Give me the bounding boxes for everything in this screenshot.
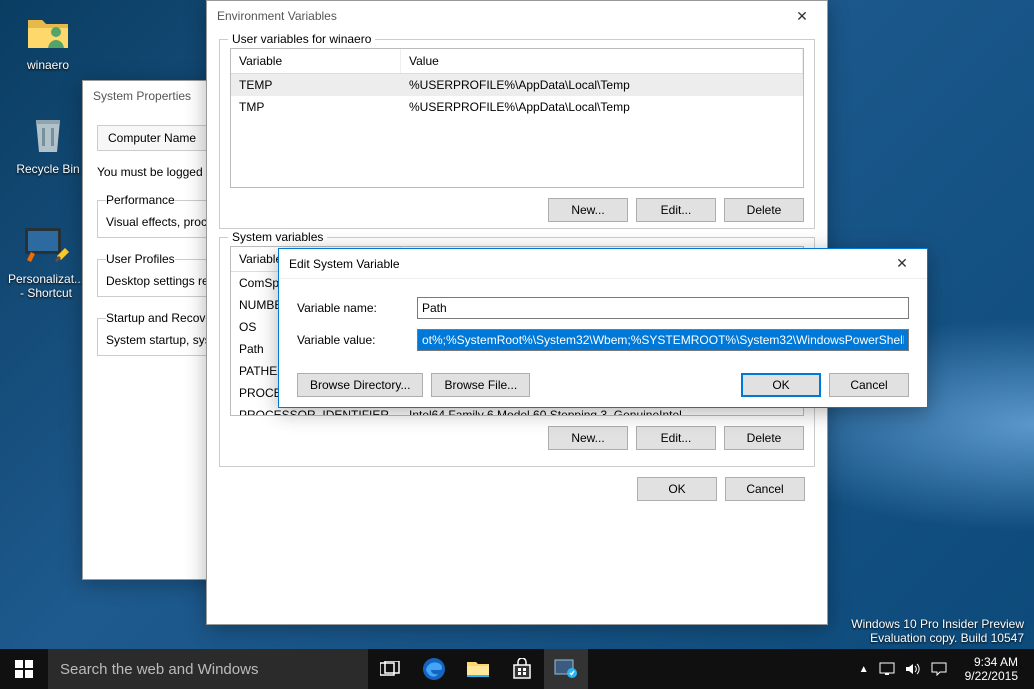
network-icon[interactable] [879, 662, 895, 676]
personalization-icon [22, 220, 70, 268]
browse-file-button[interactable]: Browse File... [431, 373, 530, 397]
cell-var: TMP [231, 96, 401, 118]
taskbar-app-active[interactable] [544, 649, 588, 689]
new-button[interactable]: New... [548, 198, 628, 222]
variable-name-label: Variable name: [297, 301, 417, 315]
store-icon [511, 658, 533, 680]
system-tray: ▲ 9:34 AM 9/22/2015 [859, 655, 1034, 684]
windows-logo-icon [15, 660, 33, 678]
desktop-icon-label: winaero [10, 58, 86, 72]
system-icon [554, 659, 578, 679]
search-placeholder: Search the web and Windows [60, 661, 258, 678]
cell-var: TEMP [231, 74, 401, 96]
group-system-variables-label: System variables [228, 230, 327, 244]
group-startup-legend: Startup and Recovery [106, 311, 222, 325]
edit-button[interactable]: Edit... [636, 426, 716, 450]
dialog-edit-system-variable: Edit System Variable ✕ Variable name: Va… [278, 248, 928, 408]
col-value[interactable]: Value [401, 49, 803, 73]
col-variable[interactable]: Variable [231, 49, 401, 73]
tray-chevron-up-icon[interactable]: ▲ [859, 664, 869, 675]
ok-button[interactable]: OK [741, 373, 821, 397]
desktop: winaero Recycle Bin Personalizat... - Sh… [0, 0, 1034, 689]
desktop-icon-personalization[interactable]: Personalizat... - Shortcut [8, 220, 84, 300]
variable-value-label: Variable value: [297, 333, 417, 347]
table-row[interactable]: TEMP %USERPROFILE%\AppData\Local\Temp [231, 74, 803, 96]
cancel-button[interactable]: Cancel [725, 477, 805, 501]
start-button[interactable] [0, 649, 48, 689]
close-icon[interactable]: ✕ [787, 8, 817, 25]
taskbar-app-explorer[interactable] [456, 649, 500, 689]
delete-button[interactable]: Delete [724, 198, 804, 222]
action-center-icon[interactable] [931, 662, 947, 676]
task-view-button[interactable] [368, 649, 412, 689]
editvar-title: Edit System Variable [289, 257, 400, 271]
recycle-bin-icon [24, 110, 72, 158]
cancel-button[interactable]: Cancel [829, 373, 909, 397]
edit-button[interactable]: Edit... [636, 198, 716, 222]
folder-user-icon [24, 6, 72, 54]
clock-time: 9:34 AM [965, 655, 1018, 669]
taskbar-app-store[interactable] [500, 649, 544, 689]
desktop-icon-winaero[interactable]: winaero [10, 6, 86, 72]
file-explorer-icon [466, 659, 490, 679]
new-button[interactable]: New... [548, 426, 628, 450]
desktop-icon-recycle-bin[interactable]: Recycle Bin [10, 110, 86, 176]
group-user-variables-label: User variables for winaero [228, 32, 375, 46]
variable-name-input[interactable] [417, 297, 909, 319]
group-user-profiles-legend: User Profiles [106, 252, 175, 266]
cell-val: %USERPROFILE%\AppData\Local\Temp [401, 96, 803, 118]
close-icon[interactable]: ✕ [887, 255, 917, 272]
delete-button[interactable]: Delete [724, 426, 804, 450]
volume-icon[interactable] [905, 662, 921, 676]
table-row[interactable]: TMP %USERPROFILE%\AppData\Local\Temp [231, 96, 803, 118]
build-info: Windows 10 Pro Insider Preview Evaluatio… [851, 617, 1024, 645]
taskbar: Search the web and Windows ▲ 9:34 AM 9/2… [0, 649, 1034, 689]
taskbar-app-edge[interactable] [412, 649, 456, 689]
cell-val: %USERPROFILE%\AppData\Local\Temp [401, 74, 803, 96]
variable-value-input[interactable] [417, 329, 909, 351]
user-variables-table[interactable]: Variable Value TEMP %USERPROFILE%\AppDat… [230, 48, 804, 188]
taskbar-clock[interactable]: 9:34 AM 9/22/2015 [957, 655, 1026, 684]
search-input[interactable]: Search the web and Windows [48, 649, 368, 689]
desktop-icon-label: Recycle Bin [10, 162, 86, 176]
build-line2: Evaluation copy. Build 10547 [851, 631, 1024, 645]
browse-directory-button[interactable]: Browse Directory... [297, 373, 423, 397]
edge-icon [422, 657, 446, 681]
desktop-icon-label: Personalizat... - Shortcut [8, 272, 84, 300]
build-line1: Windows 10 Pro Insider Preview [851, 617, 1024, 631]
envvars-title: Environment Variables [217, 9, 337, 23]
ok-button[interactable]: OK [637, 477, 717, 501]
group-performance-legend: Performance [106, 193, 175, 207]
task-view-icon [380, 661, 400, 677]
clock-date: 9/22/2015 [965, 669, 1018, 683]
group-user-variables: User variables for winaero Variable Valu… [219, 39, 815, 229]
tab-computer-name[interactable]: Computer Name [97, 125, 207, 150]
